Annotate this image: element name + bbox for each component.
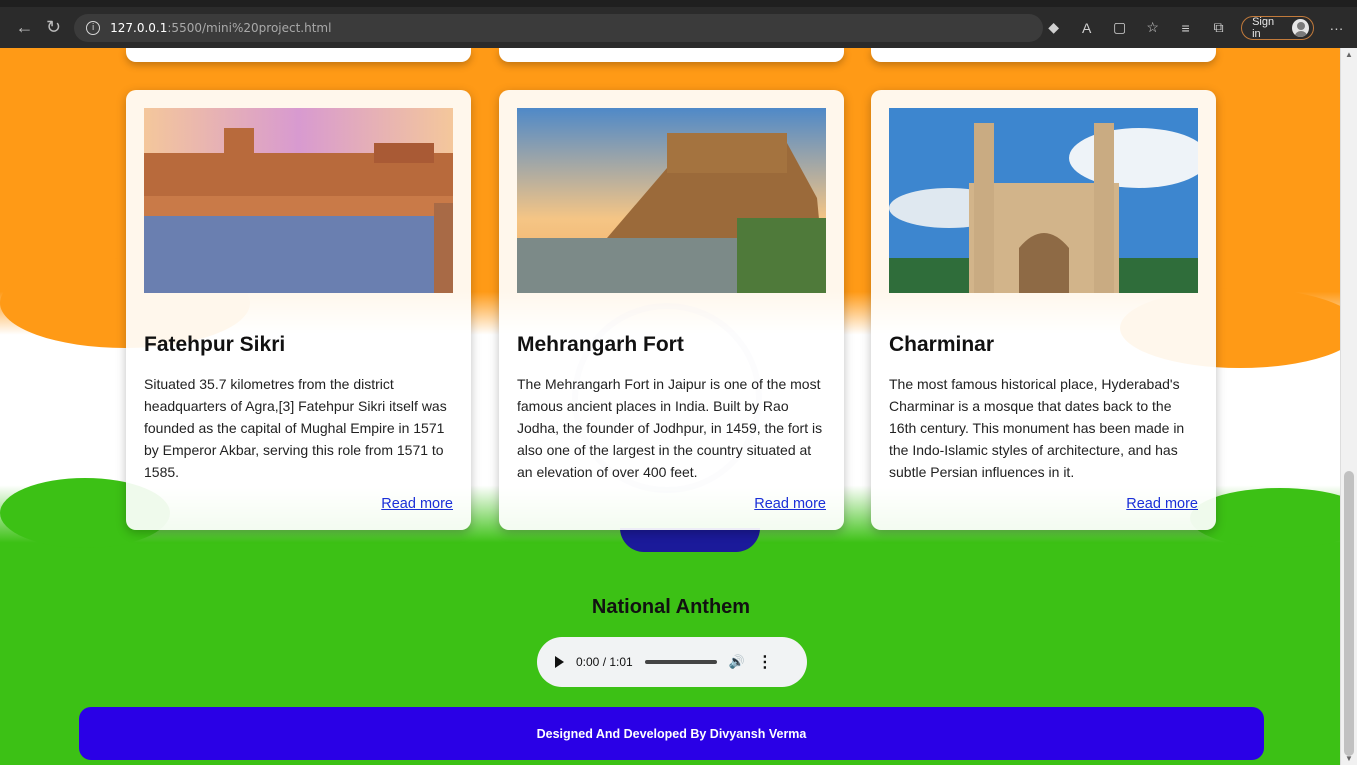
immersive-reader-icon[interactable]: ▢: [1109, 17, 1130, 39]
address-bar[interactable]: i 127.0.0.1 :5500/mini%20project.html: [74, 13, 1044, 42]
url-path: :5500/mini%20project.html: [167, 20, 332, 35]
previous-card-bottom: [499, 48, 844, 62]
read-aloud-icon[interactable]: A: [1076, 17, 1097, 39]
more-options-icon[interactable]: ···: [1326, 17, 1347, 39]
card-fatehpur-sikri: Fatehpur Sikri Situated 35.7 kilometres …: [126, 90, 471, 530]
audio-progress-slider[interactable]: [644, 660, 717, 664]
chakra-base: [620, 528, 760, 552]
audio-time: 0:00 / 1:01: [576, 655, 633, 669]
sign-in-button[interactable]: Sign in: [1241, 15, 1314, 40]
scroll-down-arrow-icon[interactable]: ▼: [1345, 754, 1353, 763]
footer-text: Designed And Developed By Divyansh Verma: [536, 726, 807, 741]
favorites-list-icon[interactable]: ≡: [1175, 17, 1196, 39]
avatar-icon: [1291, 18, 1309, 37]
card-charminar: Charminar The most famous historical pla…: [871, 90, 1216, 530]
card-description: Situated 35.7 kilometres from the distri…: [144, 376, 447, 480]
read-more-link[interactable]: Read more: [1126, 496, 1198, 512]
browser-tools: ◆ A ▢ ☆ ≡ ⧉ Sign in ···: [1043, 15, 1347, 40]
footer-bar: Designed And Developed By Divyansh Verma: [79, 707, 1264, 760]
read-more-link[interactable]: Read more: [381, 496, 453, 512]
play-icon[interactable]: [555, 656, 564, 668]
mehrangarh-fort-image: [517, 108, 826, 293]
card-title: Mehrangarh Fort: [517, 333, 684, 356]
previous-card-bottom: [126, 48, 471, 62]
collections-icon[interactable]: ⧉: [1208, 17, 1229, 39]
charminar-image: [889, 108, 1198, 293]
vertical-scrollbar[interactable]: ▲ ▼: [1340, 48, 1357, 765]
favorite-icon[interactable]: ☆: [1142, 17, 1163, 39]
read-more-link[interactable]: Read more: [754, 496, 826, 512]
scrollbar-thumb[interactable]: [1344, 471, 1354, 756]
audio-player[interactable]: 0:00 / 1:01 🔊 ⋮: [537, 637, 807, 687]
info-icon[interactable]: i: [86, 20, 101, 35]
extension-icon[interactable]: ◆: [1043, 17, 1064, 39]
browser-toolbar: ← ↻ i 127.0.0.1 :5500/mini%20project.htm…: [0, 0, 1357, 48]
back-icon[interactable]: ←: [10, 13, 39, 43]
fatehpur-sikri-image: [144, 108, 453, 293]
url-host: 127.0.0.1: [110, 20, 168, 35]
page-viewport: Fatehpur Sikri Situated 35.7 kilometres …: [0, 48, 1340, 765]
audio-more-icon[interactable]: ⋮: [757, 652, 773, 672]
card-title: Fatehpur Sikri: [144, 333, 286, 356]
national-anthem-heading: National Anthem: [591, 596, 751, 618]
card-mehrangarh-fort: Mehrangarh Fort The Mehrangarh Fort in J…: [499, 90, 844, 530]
volume-icon[interactable]: 🔊: [729, 654, 745, 670]
refresh-icon[interactable]: ↻: [39, 13, 68, 43]
card-title: Charminar: [889, 333, 995, 356]
previous-card-bottom: [871, 48, 1216, 62]
card-description: The most famous historical place, Hydera…: [889, 376, 1185, 480]
sign-in-label: Sign in: [1252, 15, 1275, 40]
card-description: The Mehrangarh Fort in Jaipur is one of …: [517, 376, 823, 480]
scroll-up-arrow-icon[interactable]: ▲: [1345, 50, 1353, 59]
